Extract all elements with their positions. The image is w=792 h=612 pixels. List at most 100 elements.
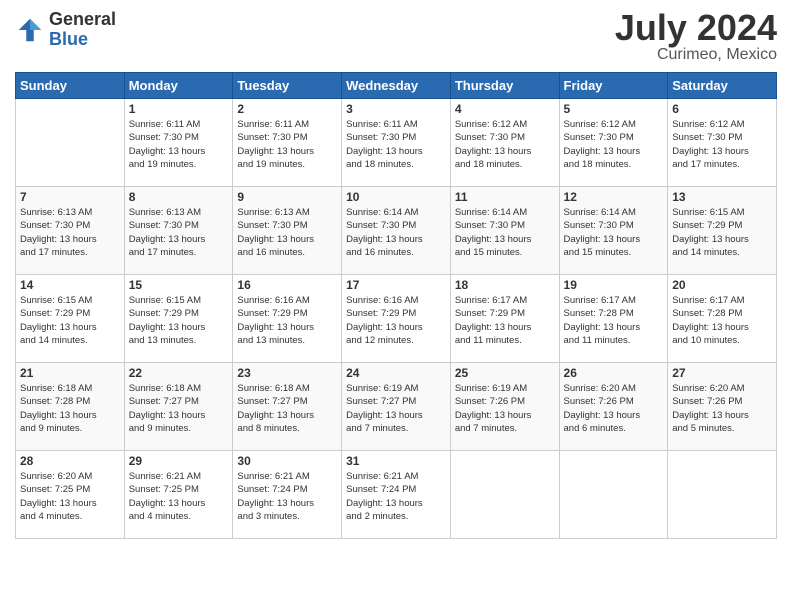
week-row-0: 1Sunrise: 6:11 AMSunset: 7:30 PMDaylight… xyxy=(16,99,777,187)
day-header-saturday: Saturday xyxy=(668,73,777,99)
logo-blue-text: Blue xyxy=(49,30,116,50)
day-info: Sunrise: 6:13 AMSunset: 7:30 PMDaylight:… xyxy=(20,206,120,259)
day-number: 3 xyxy=(346,102,446,116)
week-row-2: 14 Sunrise: 6:15 AMSunset: 7:29 PMDayligh… xyxy=(16,275,777,363)
day-number: 23 xyxy=(237,366,337,380)
day-number: 20 xyxy=(672,278,772,292)
calendar-cell: 3Sunrise: 6:11 AMSunset: 7:30 PMDaylight… xyxy=(342,99,451,187)
calendar-cell: 22 Sunrise: 6:18 AMSunset: 7:27 PMDayligh… xyxy=(124,363,233,451)
week-row-1: 7 Sunrise: 6:13 AMSunset: 7:30 PMDaylight… xyxy=(16,187,777,275)
header-row: SundayMondayTuesdayWednesdayThursdayFrid… xyxy=(16,73,777,99)
calendar-cell: 9 Sunrise: 6:13 AMSunset: 7:30 PMDaylight… xyxy=(233,187,342,275)
day-info: Sunrise: 6:18 AMSunset: 7:27 PMDaylight:… xyxy=(129,382,229,435)
day-number: 21 xyxy=(20,366,120,380)
calendar-cell: 15 Sunrise: 6:15 AMSunset: 7:29 PMDayligh… xyxy=(124,275,233,363)
calendar-cell: 25Sunrise: 6:19 AMSunset: 7:26 PMDayligh… xyxy=(450,363,559,451)
day-info: Sunrise: 6:15 AMSunset: 7:29 PMDaylight:… xyxy=(20,294,120,347)
day-number: 2 xyxy=(237,102,337,116)
calendar-cell: 5 Sunrise: 6:12 AMSunset: 7:30 PMDaylight… xyxy=(559,99,668,187)
calendar-cell: 6 Sunrise: 6:12 AMSunset: 7:30 PMDaylight… xyxy=(668,99,777,187)
day-header-wednesday: Wednesday xyxy=(342,73,451,99)
day-number: 28 xyxy=(20,454,120,468)
day-info: Sunrise: 6:20 AMSunset: 7:26 PMDaylight:… xyxy=(672,382,772,435)
week-row-4: 28 Sunrise: 6:20 AMSunset: 7:25 PMDayligh… xyxy=(16,451,777,539)
calendar-cell xyxy=(16,99,125,187)
day-info: Sunrise: 6:11 AMSunset: 7:30 PMDaylight:… xyxy=(237,118,337,171)
calendar-cell: 17 Sunrise: 6:16 AMSunset: 7:29 PMDayligh… xyxy=(342,275,451,363)
day-info: Sunrise: 6:21 AMSunset: 7:25 PMDaylight:… xyxy=(129,470,229,523)
calendar-table: SundayMondayTuesdayWednesdayThursdayFrid… xyxy=(15,72,777,539)
logo: General Blue xyxy=(15,10,116,50)
day-number: 8 xyxy=(129,190,229,204)
calendar-cell: 19 Sunrise: 6:17 AMSunset: 7:28 PMDayligh… xyxy=(559,275,668,363)
logo-text: General Blue xyxy=(49,10,116,50)
title-block: July 2024 Curimeo, Mexico xyxy=(615,10,777,64)
calendar-cell: 16Sunrise: 6:16 AMSunset: 7:29 PMDayligh… xyxy=(233,275,342,363)
calendar-cell: 1Sunrise: 6:11 AMSunset: 7:30 PMDaylight… xyxy=(124,99,233,187)
day-number: 16 xyxy=(237,278,337,292)
day-info: Sunrise: 6:20 AMSunset: 7:25 PMDaylight:… xyxy=(20,470,120,523)
calendar-cell: 2 Sunrise: 6:11 AMSunset: 7:30 PMDaylight… xyxy=(233,99,342,187)
day-header-friday: Friday xyxy=(559,73,668,99)
day-number: 11 xyxy=(455,190,555,204)
day-number: 31 xyxy=(346,454,446,468)
day-number: 30 xyxy=(237,454,337,468)
day-number: 15 xyxy=(129,278,229,292)
calendar-cell: 10Sunrise: 6:14 AMSunset: 7:30 PMDayligh… xyxy=(342,187,451,275)
day-number: 12 xyxy=(564,190,664,204)
logo-icon xyxy=(15,15,45,45)
day-info: Sunrise: 6:14 AMSunset: 7:30 PMDaylight:… xyxy=(564,206,664,259)
calendar-cell xyxy=(559,451,668,539)
day-info: Sunrise: 6:12 AMSunset: 7:30 PMDaylight:… xyxy=(564,118,664,171)
calendar-cell: 14 Sunrise: 6:15 AMSunset: 7:29 PMDayligh… xyxy=(16,275,125,363)
day-header-monday: Monday xyxy=(124,73,233,99)
calendar-cell: 23Sunrise: 6:18 AMSunset: 7:27 PMDayligh… xyxy=(233,363,342,451)
day-number: 13 xyxy=(672,190,772,204)
day-info: Sunrise: 6:20 AMSunset: 7:26 PMDaylight:… xyxy=(564,382,664,435)
day-info: Sunrise: 6:21 AMSunset: 7:24 PMDaylight:… xyxy=(346,470,446,523)
calendar-cell: 18 Sunrise: 6:17 AMSunset: 7:29 PMDayligh… xyxy=(450,275,559,363)
day-info: Sunrise: 6:17 AMSunset: 7:28 PMDaylight:… xyxy=(672,294,772,347)
day-info: Sunrise: 6:17 AMSunset: 7:29 PMDaylight:… xyxy=(455,294,555,347)
day-number: 25 xyxy=(455,366,555,380)
day-number: 29 xyxy=(129,454,229,468)
day-number: 19 xyxy=(564,278,664,292)
day-number: 27 xyxy=(672,366,772,380)
day-number: 14 xyxy=(20,278,120,292)
calendar-cell: 21 Sunrise: 6:18 AMSunset: 7:28 PMDayligh… xyxy=(16,363,125,451)
day-number: 26 xyxy=(564,366,664,380)
day-number: 9 xyxy=(237,190,337,204)
day-number: 7 xyxy=(20,190,120,204)
day-number: 18 xyxy=(455,278,555,292)
header: General Blue July 2024 Curimeo, Mexico xyxy=(15,10,777,64)
calendar-cell: 4 Sunrise: 6:12 AMSunset: 7:30 PMDaylight… xyxy=(450,99,559,187)
day-header-tuesday: Tuesday xyxy=(233,73,342,99)
calendar-cell: 20 Sunrise: 6:17 AMSunset: 7:28 PMDayligh… xyxy=(668,275,777,363)
day-info: Sunrise: 6:12 AMSunset: 7:30 PMDaylight:… xyxy=(455,118,555,171)
calendar-cell: 27 Sunrise: 6:20 AMSunset: 7:26 PMDayligh… xyxy=(668,363,777,451)
day-number: 5 xyxy=(564,102,664,116)
logo-general-text: General xyxy=(49,10,116,30)
day-info: Sunrise: 6:16 AMSunset: 7:29 PMDaylight:… xyxy=(346,294,446,347)
calendar-cell: 8 Sunrise: 6:13 AMSunset: 7:30 PMDaylight… xyxy=(124,187,233,275)
page: General Blue July 2024 Curimeo, Mexico S… xyxy=(0,0,792,612)
day-info: Sunrise: 6:13 AMSunset: 7:30 PMDaylight:… xyxy=(129,206,229,259)
calendar-cell: 11Sunrise: 6:14 AMSunset: 7:30 PMDayligh… xyxy=(450,187,559,275)
day-info: Sunrise: 6:18 AMSunset: 7:28 PMDaylight:… xyxy=(20,382,120,435)
week-row-3: 21 Sunrise: 6:18 AMSunset: 7:28 PMDayligh… xyxy=(16,363,777,451)
calendar-cell xyxy=(668,451,777,539)
calendar-cell: 12 Sunrise: 6:14 AMSunset: 7:30 PMDayligh… xyxy=(559,187,668,275)
day-number: 17 xyxy=(346,278,446,292)
day-info: Sunrise: 6:12 AMSunset: 7:30 PMDaylight:… xyxy=(672,118,772,171)
day-info: Sunrise: 6:17 AMSunset: 7:28 PMDaylight:… xyxy=(564,294,664,347)
day-number: 6 xyxy=(672,102,772,116)
day-number: 4 xyxy=(455,102,555,116)
day-number: 22 xyxy=(129,366,229,380)
calendar-cell: 13Sunrise: 6:15 AMSunset: 7:29 PMDayligh… xyxy=(668,187,777,275)
day-info: Sunrise: 6:13 AMSunset: 7:30 PMDaylight:… xyxy=(237,206,337,259)
day-info: Sunrise: 6:21 AMSunset: 7:24 PMDaylight:… xyxy=(237,470,337,523)
day-info: Sunrise: 6:15 AMSunset: 7:29 PMDaylight:… xyxy=(129,294,229,347)
calendar-title: July 2024 xyxy=(615,10,777,46)
day-header-thursday: Thursday xyxy=(450,73,559,99)
calendar-cell xyxy=(450,451,559,539)
